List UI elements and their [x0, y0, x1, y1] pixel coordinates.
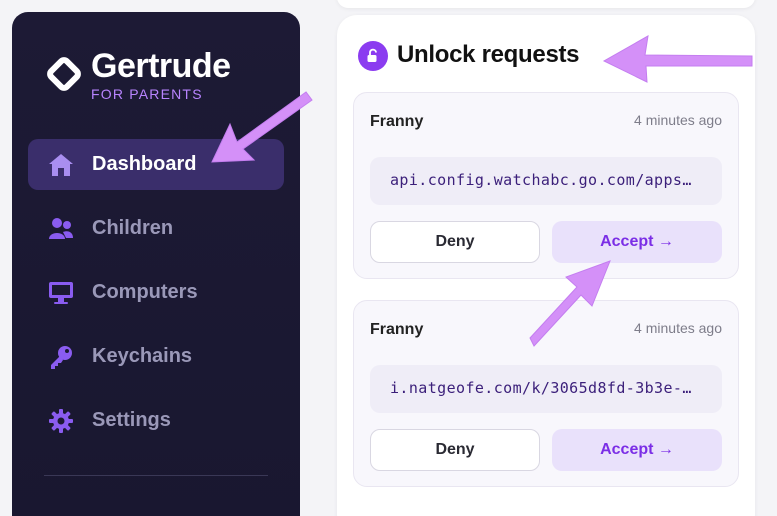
- unlock-icon: [358, 41, 388, 71]
- request-timestamp: 4 minutes ago: [634, 112, 722, 128]
- sidebar-item-label: Settings: [92, 409, 171, 431]
- unlock-request-card: Franny 4 minutes ago api.config.watchabc…: [353, 92, 739, 279]
- accept-button[interactable]: Accept →: [552, 221, 722, 263]
- sidebar-item-children[interactable]: Children: [28, 203, 284, 254]
- sidebar: Gertrude FOR PARENTS Dashboard Children …: [12, 12, 300, 516]
- logo-icon: [47, 57, 81, 91]
- sidebar-item-label: Children: [92, 217, 174, 239]
- sidebar-item-settings[interactable]: Settings: [28, 395, 284, 446]
- sidebar-item-label: Keychains: [92, 345, 193, 367]
- deny-button[interactable]: Deny: [370, 221, 540, 263]
- request-child-name: Franny: [370, 321, 424, 338]
- sidebar-item-label: Dashboard: [92, 153, 197, 175]
- sidebar-item-keychains[interactable]: Keychains: [28, 331, 284, 382]
- previous-card-edge: [337, 0, 755, 8]
- request-url: i.natgeofe.com/k/3065d8fd-3b3e-…: [370, 365, 722, 413]
- monitor-icon: [48, 280, 74, 306]
- brand-title: Gertrude: [91, 47, 231, 85]
- sidebar-item-computers[interactable]: Computers: [28, 267, 284, 318]
- sidebar-divider: [44, 475, 268, 476]
- request-url: api.config.watchabc.go.com/apps…: [370, 157, 722, 205]
- brand-subtitle: FOR PARENTS: [91, 86, 203, 102]
- request-child-name: Franny: [370, 113, 424, 130]
- home-icon: [48, 152, 74, 178]
- deny-button[interactable]: Deny: [370, 429, 540, 471]
- sidebar-item-dashboard[interactable]: Dashboard: [28, 139, 284, 190]
- sidebar-item-label: Computers: [92, 281, 198, 303]
- gear-icon: [48, 408, 74, 434]
- page-title: Unlock requests: [397, 41, 580, 68]
- key-icon: [48, 344, 74, 370]
- request-timestamp: 4 minutes ago: [634, 320, 722, 336]
- unlock-requests-panel: Unlock requests Franny 4 minutes ago api…: [337, 15, 755, 516]
- unlock-request-card: Franny 4 minutes ago i.natgeofe.com/k/30…: [353, 300, 739, 487]
- users-icon: [48, 216, 74, 242]
- accept-button[interactable]: Accept →: [552, 429, 722, 471]
